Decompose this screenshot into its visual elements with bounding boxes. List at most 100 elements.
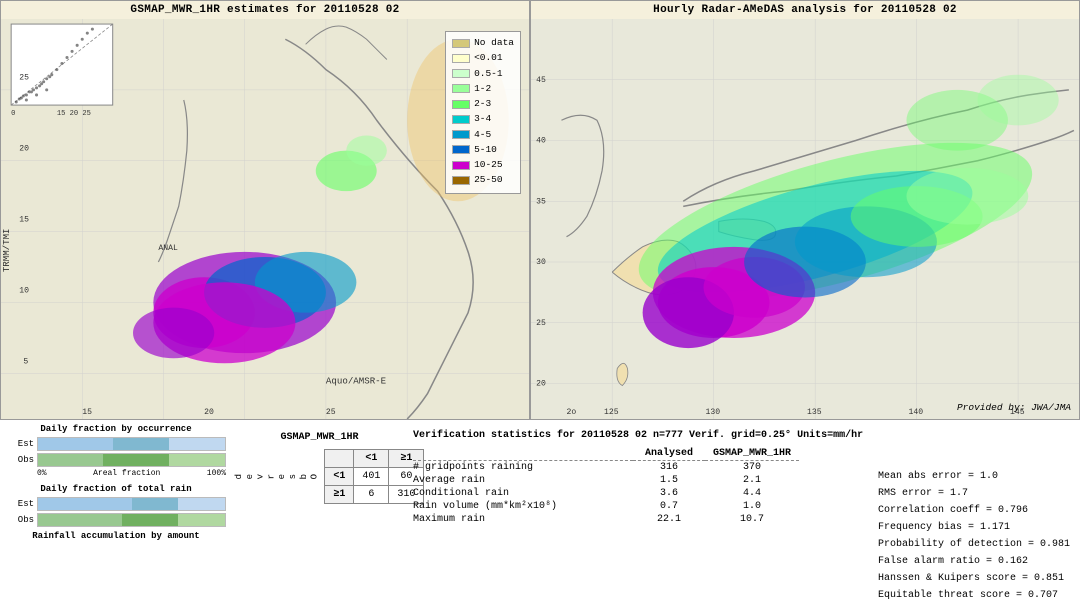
- svg-text:25: 25: [326, 408, 336, 417]
- svg-text:10: 10: [19, 286, 29, 295]
- legend-swatch-3: [452, 100, 470, 109]
- bar-seg-11: [178, 514, 225, 526]
- cont-row-lt1: <1: [325, 468, 354, 486]
- svg-text:20: 20: [19, 145, 29, 154]
- legend-label-3: 2-3: [474, 97, 491, 111]
- svg-text:30: 30: [536, 258, 546, 267]
- legend-item: 5-10: [452, 143, 514, 157]
- equitable: Equitable threat score = 0.707: [878, 587, 1070, 604]
- mean-abs-error: Mean abs error = 1.0: [878, 468, 1070, 485]
- bar-title-1: Daily fraction by occurrence: [6, 424, 226, 434]
- legend-item: No data: [452, 36, 514, 50]
- stats-col-header-blank: [413, 447, 633, 461]
- hanssen: Hanssen & Kuipers score = 0.851: [878, 570, 1070, 587]
- legend-swatch-2: [452, 84, 470, 93]
- bar-seg-6: [38, 498, 132, 510]
- bar-seg-8: [178, 498, 225, 510]
- bar-track-est-occ: [37, 437, 226, 451]
- cont-v6: 6: [354, 486, 389, 504]
- stats-title: Verification statistics for 20110528 02 …: [413, 430, 1074, 441]
- stats-table: Analysed GSMAP_MWR_1HR # gridpoints rain…: [413, 447, 799, 526]
- svg-text:0: 0: [11, 110, 15, 118]
- legend-label-2: 1-2: [474, 82, 491, 96]
- legend-label-1: 0.5-1: [474, 67, 503, 81]
- svg-text:2o: 2o: [567, 408, 577, 417]
- axis-0: 0%: [37, 469, 47, 478]
- bar-charts-section: Daily fraction by occurrence Est Obs: [6, 424, 226, 608]
- stats-row4-val2: 1.0: [705, 500, 799, 513]
- bar-title-3: Rainfall accumulation by amount: [6, 531, 226, 541]
- bar-row-obs-occ: Obs: [6, 453, 226, 467]
- legend-swatch-0: [452, 54, 470, 63]
- left-map-panel: GSMAP_MWR_1HR estimates for 20110528 02: [0, 0, 530, 420]
- axis-areal: Areal fraction: [93, 469, 160, 478]
- svg-text:15: 15: [19, 216, 29, 225]
- top-row: GSMAP_MWR_1HR estimates for 20110528 02: [0, 0, 1080, 420]
- stats-row2-val1: 1.5: [633, 474, 705, 487]
- stats-row3-val1: 3.6: [633, 487, 705, 500]
- svg-text:45: 45: [536, 76, 546, 85]
- svg-text:135: 135: [807, 408, 822, 417]
- est-label-2: Est: [6, 499, 34, 509]
- bar-seg-10: [122, 514, 178, 526]
- legend-swatch-1: [452, 69, 470, 78]
- axis-100: 100%: [207, 469, 226, 478]
- prob-detection: Probability of detection = 0.981: [878, 536, 1070, 553]
- right-map-svg: 45 40 35 30 25 20 125 130 135 140 145 2o: [531, 19, 1079, 419]
- legend-box: No data <0.01 0.5-1 1-2 2-3: [445, 31, 521, 194]
- svg-text:20: 20: [536, 380, 546, 389]
- legend-label-5: 4-5: [474, 128, 491, 142]
- svg-text:ANAL: ANAL: [158, 244, 178, 253]
- bar-seg-1: [38, 438, 113, 450]
- legend-item: 10-25: [452, 158, 514, 172]
- svg-text:130: 130: [706, 408, 721, 417]
- stats-section: Verification statistics for 20110528 02 …: [413, 424, 1074, 608]
- cont-v401: 401: [354, 468, 389, 486]
- legend-item: <0.01: [452, 51, 514, 65]
- bar-seg-5: [169, 454, 225, 466]
- legend-item: 3-4: [452, 112, 514, 126]
- bar-row-obs-rain: Obs: [6, 513, 226, 527]
- corr-coeff: Correlation coeff = 0.796: [878, 502, 1070, 519]
- false-alarm: False alarm ratio = 0.162: [878, 553, 1070, 570]
- stats-row2-val2: 2.1: [705, 474, 799, 487]
- bar-axis-occ: 0% Areal fraction 100%: [6, 469, 226, 478]
- svg-text:20: 20: [204, 408, 214, 417]
- svg-text:35: 35: [536, 197, 546, 206]
- legend-item: 4-5: [452, 128, 514, 142]
- cont-table: <1 ≥1 <1 401 60 ≥1 6 310: [324, 449, 424, 504]
- svg-text:25: 25: [19, 74, 29, 83]
- stats-row5-val1: 22.1: [633, 513, 705, 526]
- bar-track-obs-rain: [37, 513, 226, 527]
- right-map-panel: Hourly Radar-AMeDAS analysis for 2011052…: [530, 0, 1080, 420]
- stats-col-analysed: Analysed: [633, 447, 705, 461]
- cont-col-lt1: <1: [354, 450, 389, 468]
- stats-row3-label: Conditional rain: [413, 487, 633, 500]
- legend-swatch-6: [452, 145, 470, 154]
- bar-seg-3: [38, 454, 103, 466]
- bar-row-est-occ: Est: [6, 437, 226, 451]
- bar-track-est-rain: [37, 497, 226, 511]
- obs-label-2: Obs: [6, 515, 34, 525]
- bar-seg-9: [38, 514, 122, 526]
- stats-row3-val2: 4.4: [705, 487, 799, 500]
- stats-row5-val2: 10.7: [705, 513, 799, 526]
- stats-row4-val1: 0.7: [633, 500, 705, 513]
- cont-title: GSMAP_MWR_1HR: [232, 432, 407, 443]
- legend-swatch-nodata: [452, 39, 470, 48]
- stats-row5-label: Maximum rain: [413, 513, 633, 526]
- legend-item: 2-3: [452, 97, 514, 111]
- bar-track-obs-occ: [37, 453, 226, 467]
- bar-row-est-rain: Est: [6, 497, 226, 511]
- svg-text:40: 40: [536, 137, 546, 146]
- est-label-1: Est: [6, 439, 34, 449]
- bar-title-2: Daily fraction of total rain: [6, 484, 226, 494]
- freq-bias: Frequency bias = 1.171: [878, 519, 1070, 536]
- stats-row1-label: # gridpoints raining: [413, 461, 633, 474]
- svg-text:25: 25: [536, 319, 546, 328]
- legend-swatch-5: [452, 130, 470, 139]
- stats-row2-label: Average rain: [413, 474, 633, 487]
- svg-text:140: 140: [909, 408, 924, 417]
- stats-row4-label: Rain volume (mm*km²x10⁸): [413, 500, 633, 513]
- legend-swatch-4: [452, 115, 470, 124]
